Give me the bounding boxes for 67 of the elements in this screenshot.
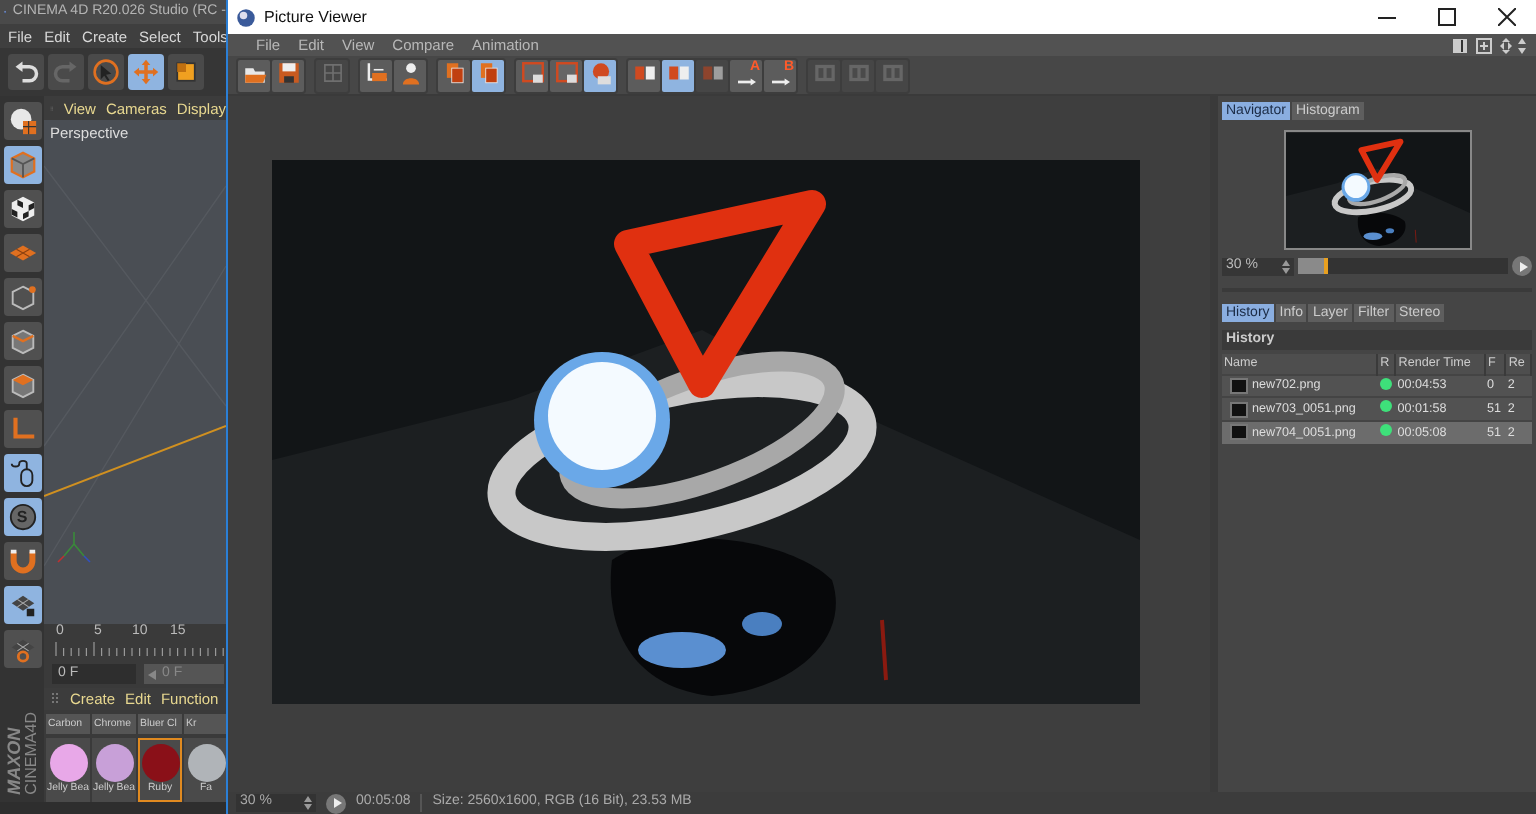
cube-point-icon <box>7 282 37 312</box>
panel-icon <box>879 59 905 85</box>
ruler-icon <box>363 59 389 85</box>
grip-icon <box>50 692 60 706</box>
window-title: Picture Viewer <box>264 7 367 27</box>
grid-gear-icon <box>7 634 37 664</box>
tool-button[interactable] <box>3 322 41 360</box>
redo-icon <box>52 58 80 86</box>
play-button[interactable] <box>1512 256 1532 276</box>
mouse-icon <box>7 458 37 488</box>
tool-button[interactable] <box>3 102 41 140</box>
tool-button[interactable] <box>168 54 204 90</box>
maximize-icon <box>1437 8 1455 26</box>
zoom-slider[interactable] <box>1298 258 1508 274</box>
toolbar-button[interactable] <box>272 59 304 91</box>
tool-button[interactable] <box>8 54 44 90</box>
undo-icon <box>12 58 40 86</box>
play-icon <box>331 798 341 808</box>
coin-icon <box>7 502 37 532</box>
arrow-left-icon <box>148 669 158 679</box>
toolbar-button[interactable] <box>472 59 504 91</box>
magnet-icon <box>7 546 37 576</box>
stepper-icon <box>1282 259 1290 273</box>
cube-edge-icon <box>7 326 37 356</box>
person-icon <box>397 59 423 85</box>
tool-button[interactable] <box>3 454 41 492</box>
frame-icon <box>519 59 545 85</box>
grid-lock-icon <box>7 590 37 620</box>
tool-button[interactable] <box>3 542 41 580</box>
toolbar-button[interactable] <box>360 59 392 91</box>
toolbar-button[interactable] <box>438 59 470 91</box>
toolbar-button[interactable] <box>516 59 548 91</box>
expand-icon[interactable] <box>1476 37 1492 53</box>
scale-square-icon <box>172 58 200 86</box>
cube-face-icon <box>7 370 37 400</box>
play-button[interactable] <box>326 793 346 813</box>
play-icon <box>1517 261 1527 271</box>
panel-icon <box>811 59 837 85</box>
pages-icon <box>475 59 501 85</box>
tool-button[interactable] <box>3 366 41 404</box>
tool-button[interactable] <box>3 586 41 624</box>
panel-icon[interactable] <box>1452 37 1468 53</box>
axis-icon <box>7 414 37 444</box>
pages-icon <box>441 59 467 85</box>
toolbar-button[interactable] <box>550 59 582 91</box>
toolbar-button[interactable] <box>238 59 270 91</box>
tool-button[interactable] <box>3 146 41 184</box>
frame-icon <box>553 59 579 85</box>
sphere-icon <box>7 106 37 136</box>
toolbar-button[interactable] <box>394 59 426 91</box>
toolbar-button[interactable] <box>628 59 660 91</box>
toolbar-button[interactable] <box>584 59 616 91</box>
move-arrows-icon[interactable] <box>1500 37 1528 53</box>
sphere-icon <box>587 59 613 85</box>
close-icon <box>1497 8 1515 26</box>
panel-icon <box>845 59 871 85</box>
tool-button[interactable] <box>3 190 41 228</box>
app-logo-icon <box>236 7 256 27</box>
grid-icon <box>319 59 345 85</box>
cube-icon <box>7 150 37 180</box>
move-arrows-icon <box>132 58 160 86</box>
cursor-icon <box>92 58 120 86</box>
stepper-icon <box>304 796 312 810</box>
checker-cube-icon <box>7 194 37 224</box>
toolbar-button[interactable] <box>662 59 694 91</box>
tool-button[interactable] <box>3 278 41 316</box>
brand-logo: MAXON CINEMA4D <box>5 711 39 794</box>
